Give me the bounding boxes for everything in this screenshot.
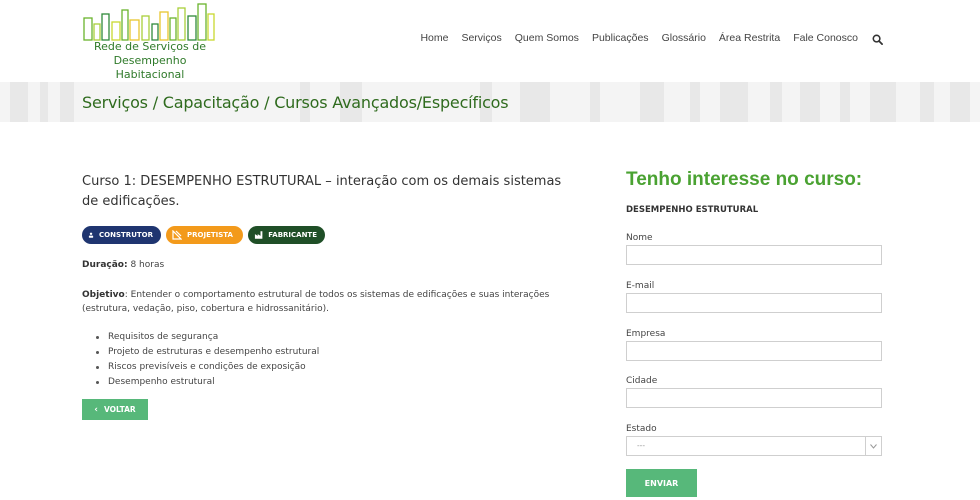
- ruler-pencil-icon: [172, 230, 182, 240]
- factory-icon: [254, 231, 263, 239]
- submit-button[interactable]: ENVIAR: [626, 469, 697, 497]
- email-input[interactable]: [626, 293, 882, 313]
- nav-quem-somos[interactable]: Quem Somos: [515, 32, 579, 44]
- main-nav: Home Serviços Quem Somos Publicações Glo…: [407, 32, 883, 45]
- tag-label: PROJETISTA: [187, 231, 233, 239]
- page-title: Serviços / Capacitação / Cursos Avançado…: [82, 93, 509, 112]
- empresa-input[interactable]: [626, 341, 882, 361]
- nome-input[interactable]: [626, 245, 882, 265]
- tag-label: CONSTRUTOR: [99, 231, 153, 239]
- back-button-label: VOLTAR: [104, 405, 136, 414]
- tag-projetista[interactable]: PROJETISTA: [166, 226, 243, 244]
- cidade-input[interactable]: [626, 388, 882, 408]
- duration-label: Duração:: [82, 260, 128, 270]
- nav-fale-conosco[interactable]: Fale Conosco: [793, 32, 858, 44]
- logo-line-1: Rede de Serviços de: [93, 40, 206, 53]
- course-topics: Requisitos de segurança Projeto de estru…: [95, 330, 319, 390]
- list-item: Projeto de estruturas e desempenho estru…: [95, 345, 319, 360]
- objective-value: : Entender o comportamento estrutural de…: [82, 290, 550, 314]
- form-title: Tenho interesse no curso:: [626, 169, 863, 190]
- back-button[interactable]: ‹ VOLTAR: [82, 399, 148, 420]
- tag-fabricante[interactable]: FABRICANTE: [248, 226, 325, 244]
- chevron-left-icon: ‹: [94, 404, 98, 415]
- audience-tags: CONSTRUTOR PROJETISTA FABRICANTE: [82, 226, 330, 244]
- label-nome: Nome: [626, 233, 653, 243]
- list-item: Riscos previsíveis e condições de exposi…: [95, 360, 319, 375]
- nav-glossario[interactable]: Glossário: [662, 32, 706, 44]
- estado-select[interactable]: ---: [626, 436, 882, 456]
- objective-label: Objetivo: [82, 290, 125, 300]
- course-objective: Objetivo: Entender o comportamento estru…: [82, 288, 592, 316]
- tag-construtor[interactable]: CONSTRUTOR: [82, 226, 161, 244]
- label-cidade: Cidade: [626, 376, 658, 386]
- worker-icon: [88, 232, 94, 238]
- site-header: Rede de Serviços de Desempenho Habitacio…: [0, 0, 980, 82]
- logo-line-2: Desempenho Habitacional: [113, 54, 187, 81]
- search-icon[interactable]: [872, 34, 883, 45]
- city-skyline-icon: [83, 3, 215, 41]
- nav-servicos[interactable]: Serviços: [461, 32, 501, 44]
- label-email: E-mail: [626, 281, 655, 291]
- label-estado: Estado: [626, 424, 657, 434]
- course-title: Curso 1: DESEMPENHO ESTRUTURAL – interaç…: [82, 174, 562, 209]
- list-item: Desempenho estrutural: [95, 375, 319, 390]
- label-empresa: Empresa: [626, 329, 666, 339]
- nav-home[interactable]: Home: [420, 32, 448, 44]
- course-duration: Duração: 8 horas: [82, 258, 164, 272]
- nav-publicacoes[interactable]: Publicações: [592, 32, 649, 44]
- tag-label: FABRICANTE: [268, 231, 317, 239]
- site-logo[interactable]: Rede de Serviços de Desempenho Habitacio…: [82, 2, 222, 81]
- logo-text: Rede de Serviços de Desempenho Habitacio…: [82, 40, 218, 82]
- nav-area-restrita[interactable]: Área Restrita: [719, 32, 780, 44]
- duration-value: 8 horas: [127, 260, 165, 270]
- page-title-band: Serviços / Capacitação / Cursos Avançado…: [0, 82, 980, 122]
- list-item: Requisitos de segurança: [95, 330, 319, 345]
- chevron-down-icon: [865, 437, 881, 455]
- form-course-name: DESEMPENHO ESTRUTURAL: [626, 205, 759, 215]
- estado-selected-value: ---: [637, 441, 645, 450]
